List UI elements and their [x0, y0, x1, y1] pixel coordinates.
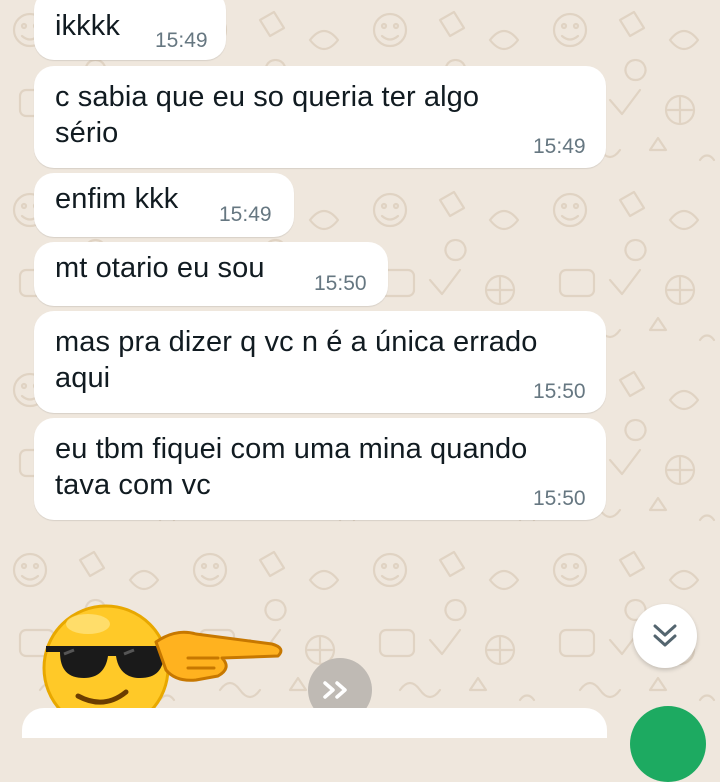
message-time: 15:50	[533, 380, 586, 403]
double-chevron-down-icon	[653, 624, 677, 647]
message-bubble[interactable]: ikkkk 15:49	[34, 0, 226, 60]
send-button[interactable]	[630, 706, 706, 782]
forward-icon	[323, 681, 347, 699]
message-time: 15:50	[314, 272, 367, 295]
message-text-line: mas pra dizer q vc n é a única errado	[55, 326, 538, 358]
message-bubble[interactable]: mas pra dizer q vc n é a única errado aq…	[34, 311, 606, 413]
message-text-line: aqui	[55, 362, 111, 394]
message-input-bar[interactable]	[22, 708, 607, 738]
message-text-line: c sabia que eu so queria ter algo	[55, 81, 480, 113]
message-time: 15:49	[155, 29, 208, 52]
message-text: enfim kkk	[55, 183, 179, 215]
message-time: 15:50	[533, 487, 586, 510]
message-bubble[interactable]: enfim kkk 15:49	[34, 173, 294, 237]
message-bubble[interactable]: eu tbm fiquei com uma mina quando tava c…	[34, 418, 606, 520]
message-text-line: tava com vc	[55, 469, 211, 501]
message-text-line: sério	[55, 117, 119, 149]
message-bubble[interactable]: mt otario eu sou 15:50	[34, 242, 388, 306]
message-text-line: eu tbm fiquei com uma mina quando	[55, 433, 528, 465]
message-text: mt otario eu sou	[55, 252, 265, 284]
message-text: ikkkk	[55, 10, 120, 42]
sunglasses-emoji-sticker[interactable]	[38, 592, 288, 720]
message-time: 15:49	[533, 135, 586, 158]
message-bubble[interactable]: c sabia que eu so queria ter algo sério …	[34, 66, 606, 168]
message-time: 15:49	[219, 203, 272, 226]
scroll-to-bottom-button[interactable]	[633, 604, 697, 668]
